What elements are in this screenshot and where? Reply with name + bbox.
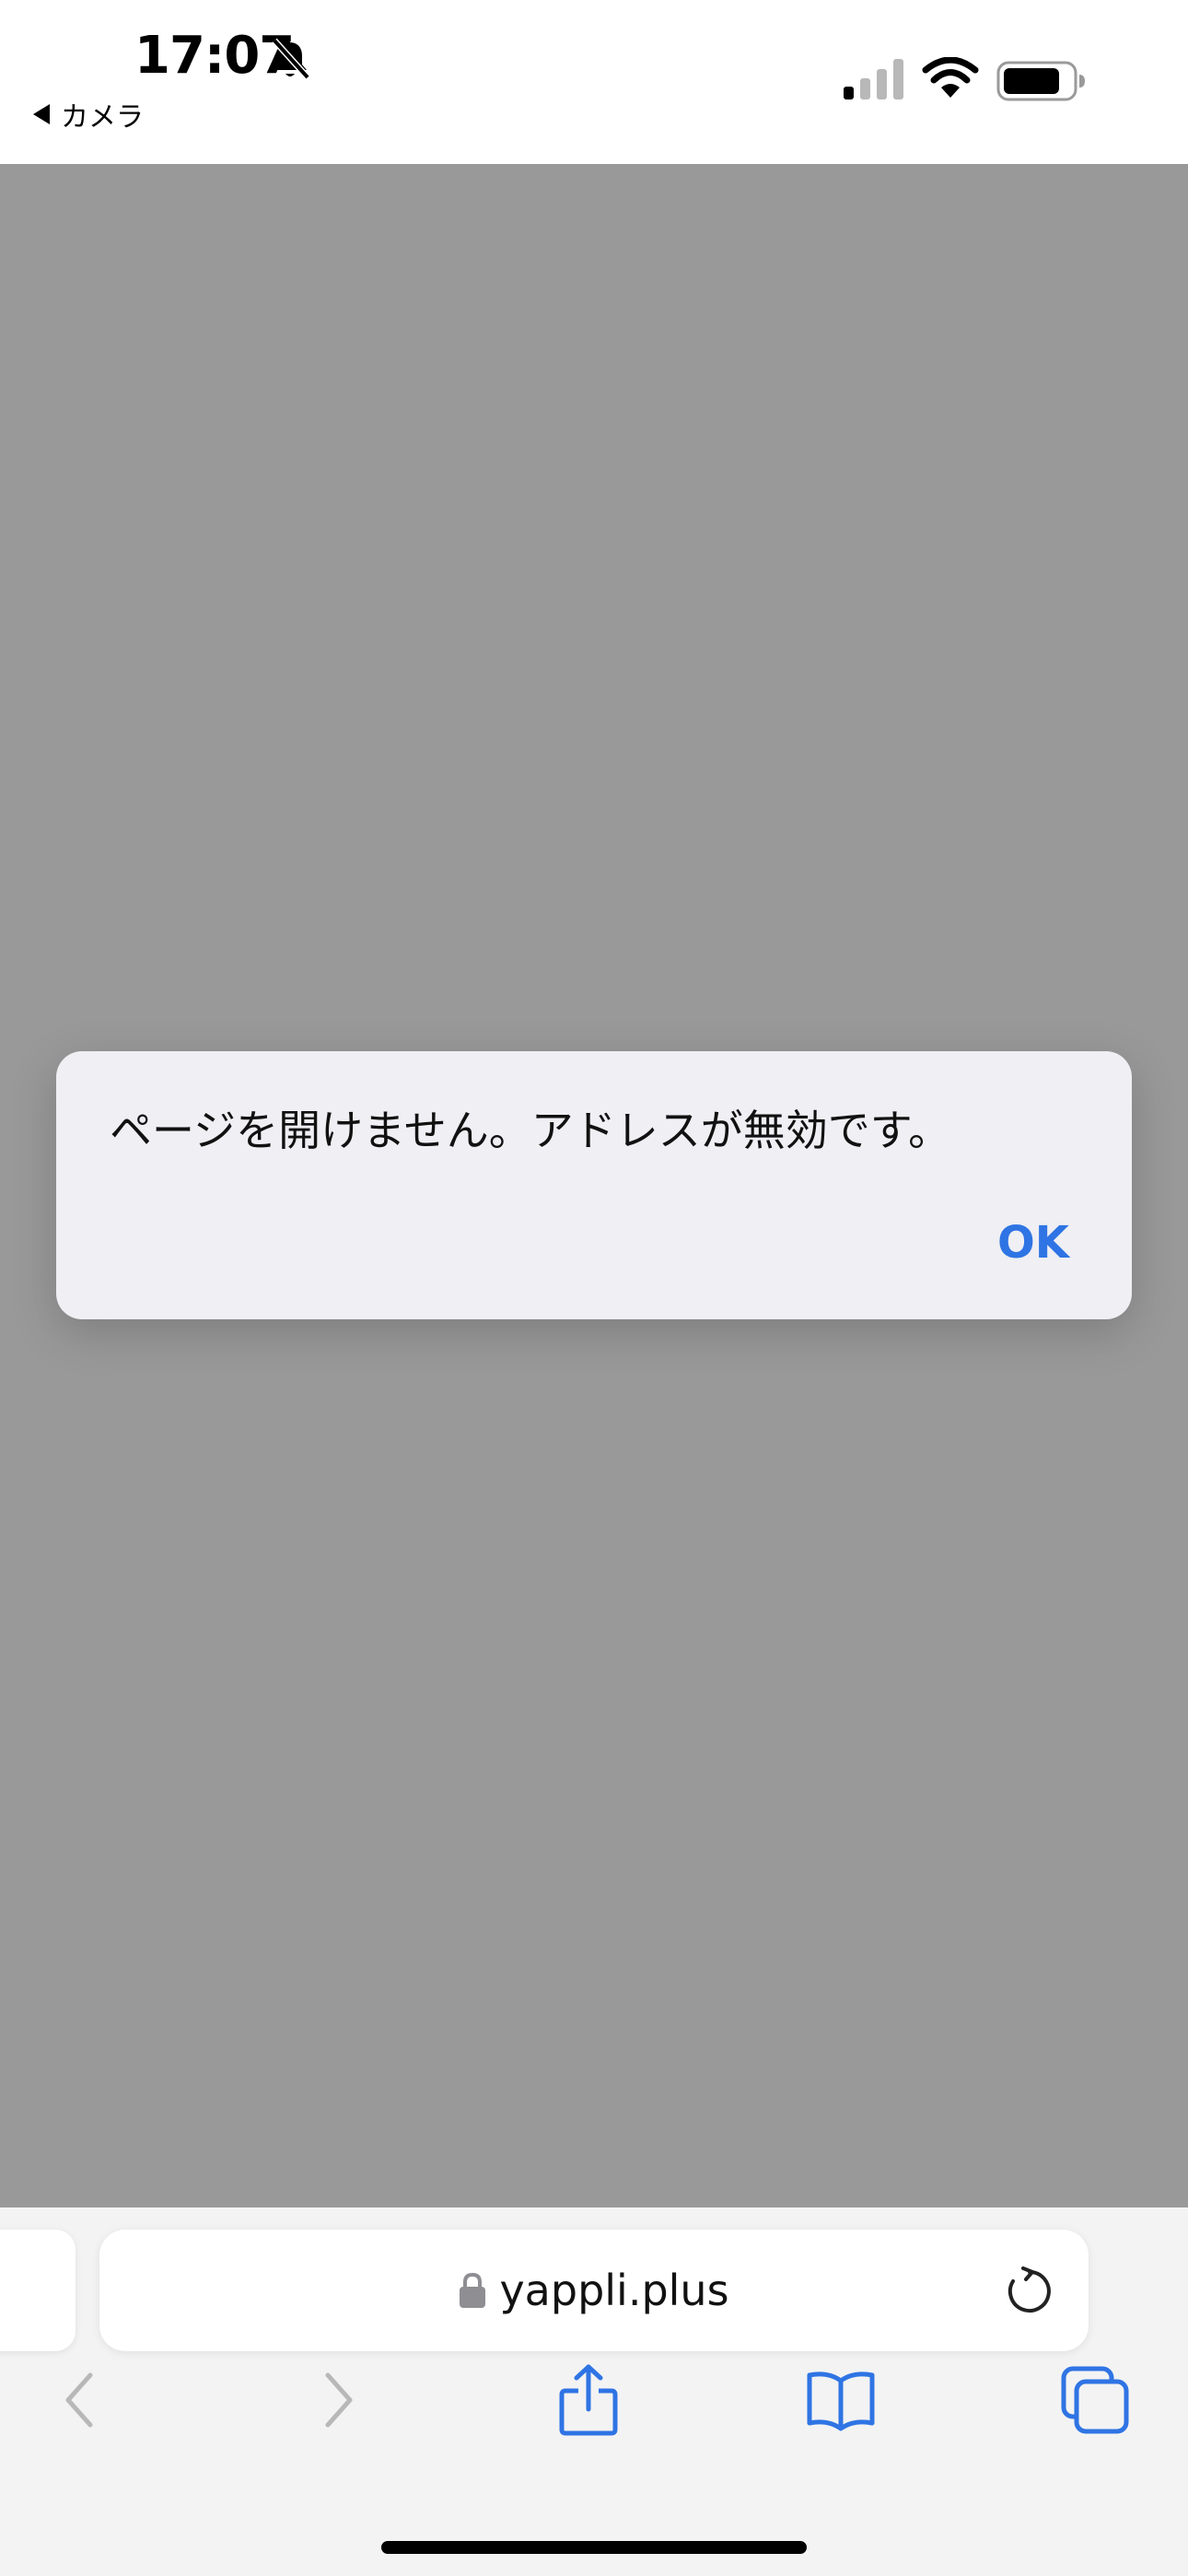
bookmarks-icon bbox=[807, 2371, 875, 2431]
cellular-signal-icon bbox=[844, 59, 903, 100]
back-app-label: カメラ bbox=[61, 101, 144, 134]
alert-dialog: ページを開けません。アドレスが無効です。 OK bbox=[56, 1051, 1132, 1319]
forward-icon bbox=[325, 2372, 353, 2428]
forward-button[interactable] bbox=[297, 2359, 379, 2441]
safari-bottom-bar: yappli.plus bbox=[0, 2207, 1188, 2576]
home-indicator[interactable] bbox=[381, 2541, 807, 2554]
status-bar: 17:07 カメラ bbox=[0, 0, 1188, 164]
address-bar[interactable]: yappli.plus bbox=[99, 2230, 1089, 2351]
back-button[interactable] bbox=[39, 2359, 122, 2441]
reload-icon[interactable] bbox=[1002, 2266, 1052, 2316]
lock-icon bbox=[460, 2272, 486, 2308]
back-icon bbox=[65, 2372, 93, 2428]
battery-icon bbox=[996, 61, 1085, 101]
share-icon bbox=[559, 2364, 618, 2436]
share-button[interactable] bbox=[547, 2359, 630, 2441]
alert-message: ページを開けません。アドレスが無効です。 bbox=[110, 1106, 951, 1155]
tabs-button[interactable] bbox=[1054, 2359, 1136, 2441]
bookmarks-button[interactable] bbox=[799, 2359, 882, 2441]
bell-slash-icon bbox=[272, 38, 310, 80]
back-triangle-icon bbox=[33, 104, 50, 124]
address-url: yappli.plus bbox=[499, 2266, 729, 2315]
back-to-app-button[interactable]: カメラ bbox=[33, 94, 144, 135]
tabs-icon bbox=[1061, 2366, 1129, 2434]
ok-button[interactable]: OK bbox=[997, 1217, 1069, 1269]
wifi-icon bbox=[922, 57, 979, 98]
previous-tab-preview[interactable] bbox=[0, 2230, 76, 2351]
